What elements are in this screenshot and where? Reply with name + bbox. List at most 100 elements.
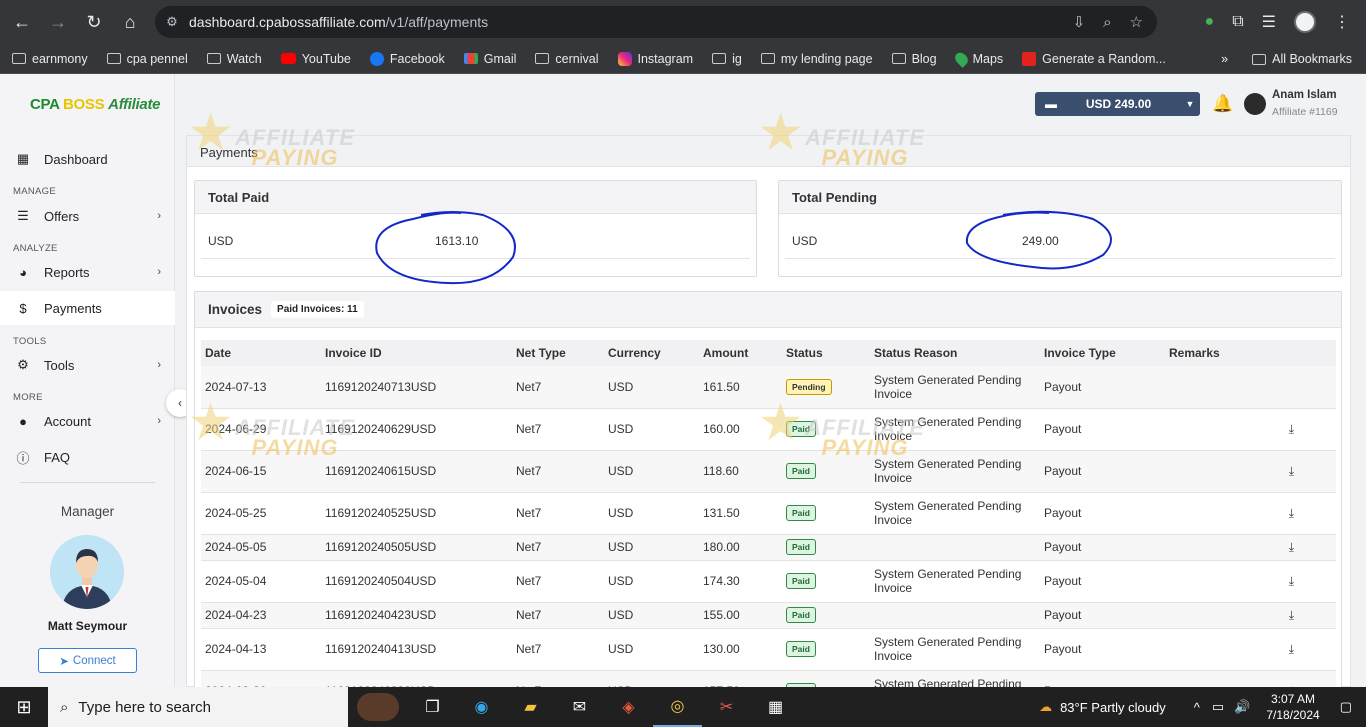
snipping-tool-icon[interactable]: ✂ [702,687,751,727]
taskbar-search[interactable]: ⌕ Type here to search [48,687,348,727]
file-explorer-icon[interactable]: ▰ [506,687,555,727]
bookmark-folder[interactable]: Blog [891,52,937,66]
bookmark-youtube[interactable]: YouTube [280,52,351,66]
bookmark-folder[interactable]: cernival [535,52,599,66]
maps-pin-icon [952,49,970,68]
manager-avatar [50,535,124,609]
weather-icon[interactable]: ☁ [1039,699,1052,715]
bookmark-instagram[interactable]: Instagram [617,51,693,66]
bookmark-generator[interactable]: Generate a Random... [1022,51,1166,66]
table-cell: 1169120240504USD [321,560,512,603]
bookmark-maps[interactable]: Maps [952,49,1003,68]
pie-chart-icon: ◕ [19,264,27,280]
bell-icon[interactable]: 🔔 [1212,94,1233,114]
app-icon[interactable]: ◈ [604,687,653,727]
browser-menu-icon[interactable]: ⋮ [1334,12,1350,32]
table-cell: USD [604,492,699,535]
divider [20,482,155,483]
address-bar[interactable]: ⚙ dashboard.cpabossaffiliate.com/v1/aff/… [155,6,1157,38]
bookmark-folder[interactable]: cpa pennel [106,52,188,66]
caret-down-icon: ▼ [1185,99,1195,109]
bookmark-folder[interactable]: earnmony [12,52,88,66]
download-icon[interactable]: ⤓ [1289,642,1294,656]
all-bookmarks[interactable]: All Bookmarks [1252,52,1352,66]
download-icon[interactable]: ⤓ [1289,608,1294,622]
balance-dropdown[interactable]: ▬ USD 249.00 ▼ [1035,92,1200,116]
calculator-icon[interactable]: ▦ [751,687,800,727]
column-header[interactable]: Status [782,340,870,366]
chrome-icon[interactable]: ◎ [653,687,702,727]
sidebar-item-dashboard[interactable]: ▦ Dashboard [0,142,175,176]
sidebar-item-tools[interactable]: ⚙ Tools › [0,348,175,382]
site-info-icon[interactable]: ⚙ [155,14,189,30]
search-placeholder: Type here to search [78,698,211,716]
table-cell: 2024-04-23 [201,602,321,629]
bookmark-folder[interactable]: ig [712,52,742,66]
table-cell: ⤓ [1165,628,1336,671]
edge-icon[interactable]: ◉ [457,687,506,727]
download-icon[interactable]: ⤓ [1289,540,1294,554]
sidebar-item-faq[interactable]: ⓘ FAQ [0,440,175,474]
column-header[interactable]: Remarks [1165,340,1336,366]
column-header[interactable]: Date [201,340,321,366]
sidebar-item-offers[interactable]: ☰ Offers › [0,199,175,233]
install-app-icon[interactable]: ⇩ [1073,13,1086,31]
table-cell: Net7 [512,366,604,409]
column-header[interactable]: Net Type [512,340,604,366]
home-icon[interactable]: ⌂ [112,4,148,40]
user-name[interactable]: Anam Islam [1272,89,1337,101]
chevron-right-icon: › [157,266,161,278]
profile-avatar[interactable] [1294,11,1316,33]
column-header[interactable]: Status Reason [870,340,1040,366]
column-header[interactable]: Amount [699,340,782,366]
user-avatar[interactable] [1244,93,1266,115]
forward-icon[interactable]: → [40,4,76,40]
windows-start-icon[interactable]: ⊞ [0,697,48,718]
bookmark-facebook[interactable]: Facebook [369,51,445,66]
extension-icon[interactable]: ● [1205,13,1215,31]
reading-list-icon[interactable]: ☰ [1262,12,1276,32]
bookmark-folder[interactable]: my lending page [760,52,873,66]
download-icon[interactable]: ⤓ [1289,506,1294,520]
table-cell: 1169120240423USD [321,602,512,629]
clock-date: 7/18/2024 [1266,708,1320,722]
sidebar-item-payments[interactable]: $ Payments [0,291,175,325]
back-icon[interactable]: ← [4,4,40,40]
sidebar-label: FAQ [44,449,71,465]
column-header[interactable]: Currency [604,340,699,366]
taskbar-thumbnail[interactable] [348,687,408,727]
bookmarks-overflow-button[interactable]: » [1221,52,1228,66]
notifications-icon[interactable]: ▢ [1340,699,1352,715]
clock[interactable]: 3:07 AM 7/18/2024 [1266,691,1319,723]
download-icon[interactable]: ⤓ [1289,574,1294,588]
mail-icon[interactable]: ✉ [555,687,604,727]
bookmark-folder[interactable]: Watch [206,52,262,66]
download-icon[interactable]: ⤓ [1289,464,1294,478]
column-header[interactable]: Invoice ID [321,340,512,366]
weather-text[interactable]: 83°F Partly cloudy [1060,700,1166,715]
chevron-up-icon[interactable]: ^ [1194,700,1200,715]
reload-icon[interactable]: ↻ [76,4,112,40]
table-cell: Net7 [512,602,604,629]
table-cell: Paid [782,450,870,493]
task-view-icon[interactable]: ❐ [408,687,457,727]
connect-button[interactable]: ➤ Connect [38,648,137,673]
network-icon[interactable]: ▭ [1212,699,1224,715]
table-cell [870,602,1040,629]
volume-icon[interactable]: 🔊 [1234,699,1250,715]
zoom-icon[interactable]: ⌕ [1103,14,1111,31]
table-cell: Net7 [512,534,604,561]
section-more: MORE [13,392,43,403]
sidebar-item-account[interactable]: ● Account › [0,404,175,438]
paid-invoices-count: Paid Invoices: 11 [271,301,364,318]
status-badge: Paid [786,421,816,437]
bookmark-star-icon[interactable]: ☆ [1130,13,1143,31]
brand-logo[interactable]: CPA BOSS Affiliate [30,96,161,113]
download-icon[interactable]: ⤓ [1289,422,1294,436]
taskbar: ⊞ ⌕ Type here to search ❐ ◉ ▰ ✉ ◈ ◎ ✂ ▦ ☁… [0,687,1366,727]
extensions-puzzle-icon[interactable]: ⧉ [1232,13,1243,31]
table-row: 2024-04-13 1169120240413USD Net7 USD 130.00 P… [201,628,1336,671]
sidebar-item-reports[interactable]: ◕ Reports › [0,255,175,289]
column-header[interactable]: Invoice Type [1040,340,1165,366]
bookmark-gmail[interactable]: Gmail [463,52,516,66]
